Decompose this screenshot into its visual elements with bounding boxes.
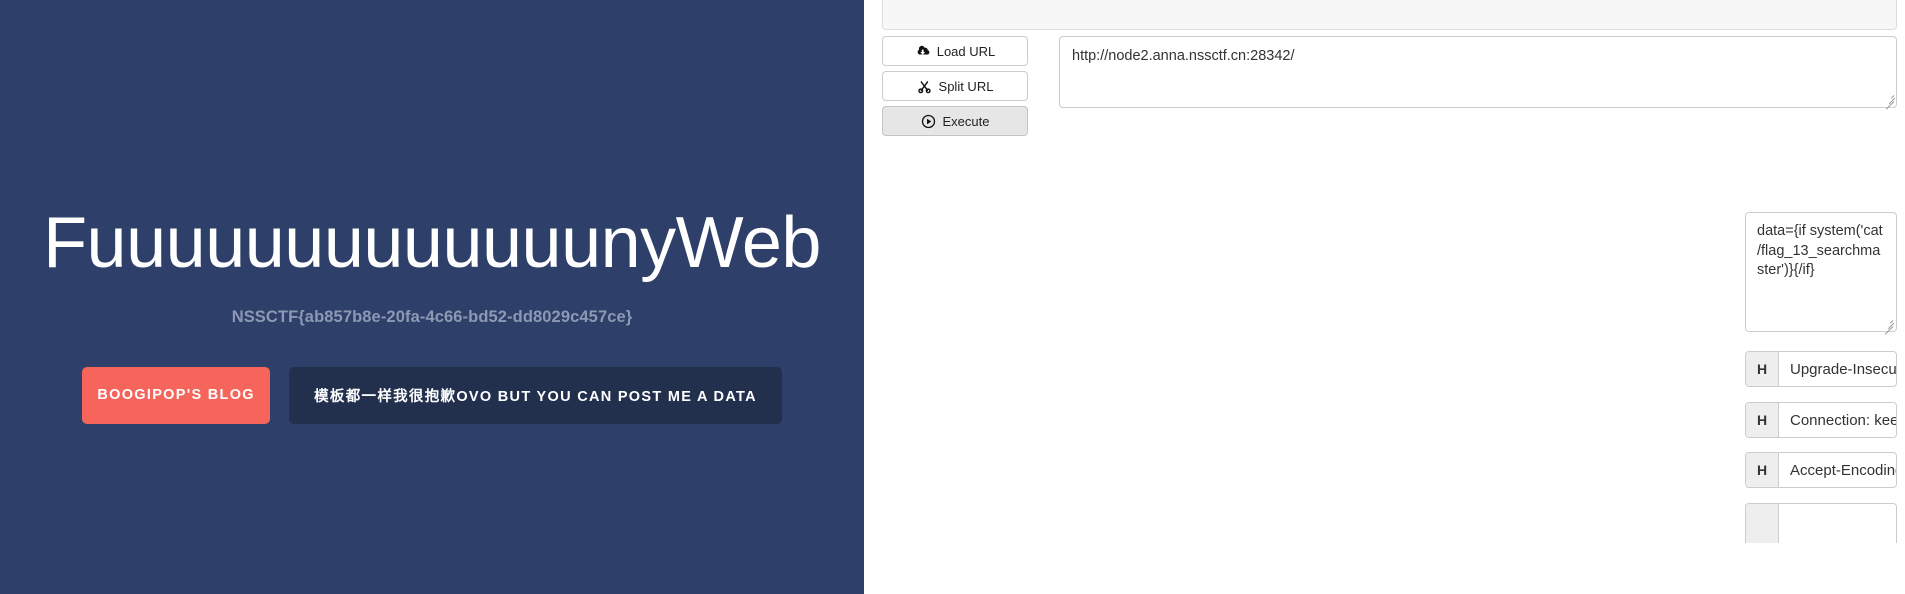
- header-tag-label: H: [1746, 403, 1779, 437]
- header-value-input[interactable]: [1779, 352, 1896, 386]
- url-action-row: Load URL Split URL Execute http://node2.…: [882, 36, 1897, 136]
- hero-content: FuuuuuuuuuuuuunyWeb NSSCTF{ab857b8e-20fa…: [0, 0, 864, 594]
- blog-link-button[interactable]: BOOGIPOP'S BLOG: [82, 366, 271, 424]
- split-url-label: Split URL: [938, 78, 994, 94]
- execute-label: Execute: [942, 113, 990, 129]
- page-root: FuuuuuuuuuuuuunyWeb NSSCTF{ab857b8e-20fa…: [0, 0, 1905, 594]
- header-tag-label: [1746, 504, 1779, 543]
- scissors-icon: [917, 79, 932, 94]
- flag-text: NSSCTF{ab857b8e-20fa-4c66-bd52-dd8029c45…: [231, 307, 633, 326]
- header-row: H: [1745, 402, 1897, 438]
- header-value-input[interactable]: [1779, 403, 1896, 437]
- header-row-partial: [1745, 503, 1897, 543]
- split-url-button[interactable]: Split URL: [882, 71, 1028, 101]
- header-tag-label: H: [1746, 352, 1779, 386]
- url-input-wrapper: [1059, 36, 1897, 108]
- header-value-input[interactable]: [1779, 504, 1896, 543]
- action-button-column: Load URL Split URL Execute: [882, 36, 1028, 136]
- cloud-download-icon: [915, 44, 930, 59]
- load-url-button[interactable]: Load URL: [882, 36, 1028, 66]
- header-row: H: [1745, 351, 1897, 387]
- post-data-notice-button[interactable]: 模板都一样我很抱歉OVO BUT YOU CAN POST ME A DATA: [289, 366, 782, 424]
- url-input[interactable]: [1059, 36, 1897, 108]
- load-url-label: Load URL: [936, 43, 996, 59]
- play-circle-icon: [921, 114, 936, 129]
- hero-panel: FuuuuuuuuuuuuunyWeb NSSCTF{ab857b8e-20fa…: [0, 0, 864, 594]
- hero-button-group: BOOGIPOP'S BLOG 模板都一样我很抱歉OVO BUT YOU CAN…: [82, 366, 782, 424]
- header-value-input[interactable]: [1779, 453, 1896, 487]
- header-row: H: [1745, 452, 1897, 488]
- request-tool-panel: Load URL Split URL Execute http://node2.…: [864, 0, 1905, 594]
- top-panel-strip: [882, 0, 1897, 30]
- header-tag-label: H: [1746, 453, 1779, 487]
- page-title: FuuuuuuuuuuuuunyWeb: [43, 203, 821, 284]
- execute-button[interactable]: Execute: [882, 106, 1028, 136]
- post-data-input[interactable]: [1745, 212, 1897, 332]
